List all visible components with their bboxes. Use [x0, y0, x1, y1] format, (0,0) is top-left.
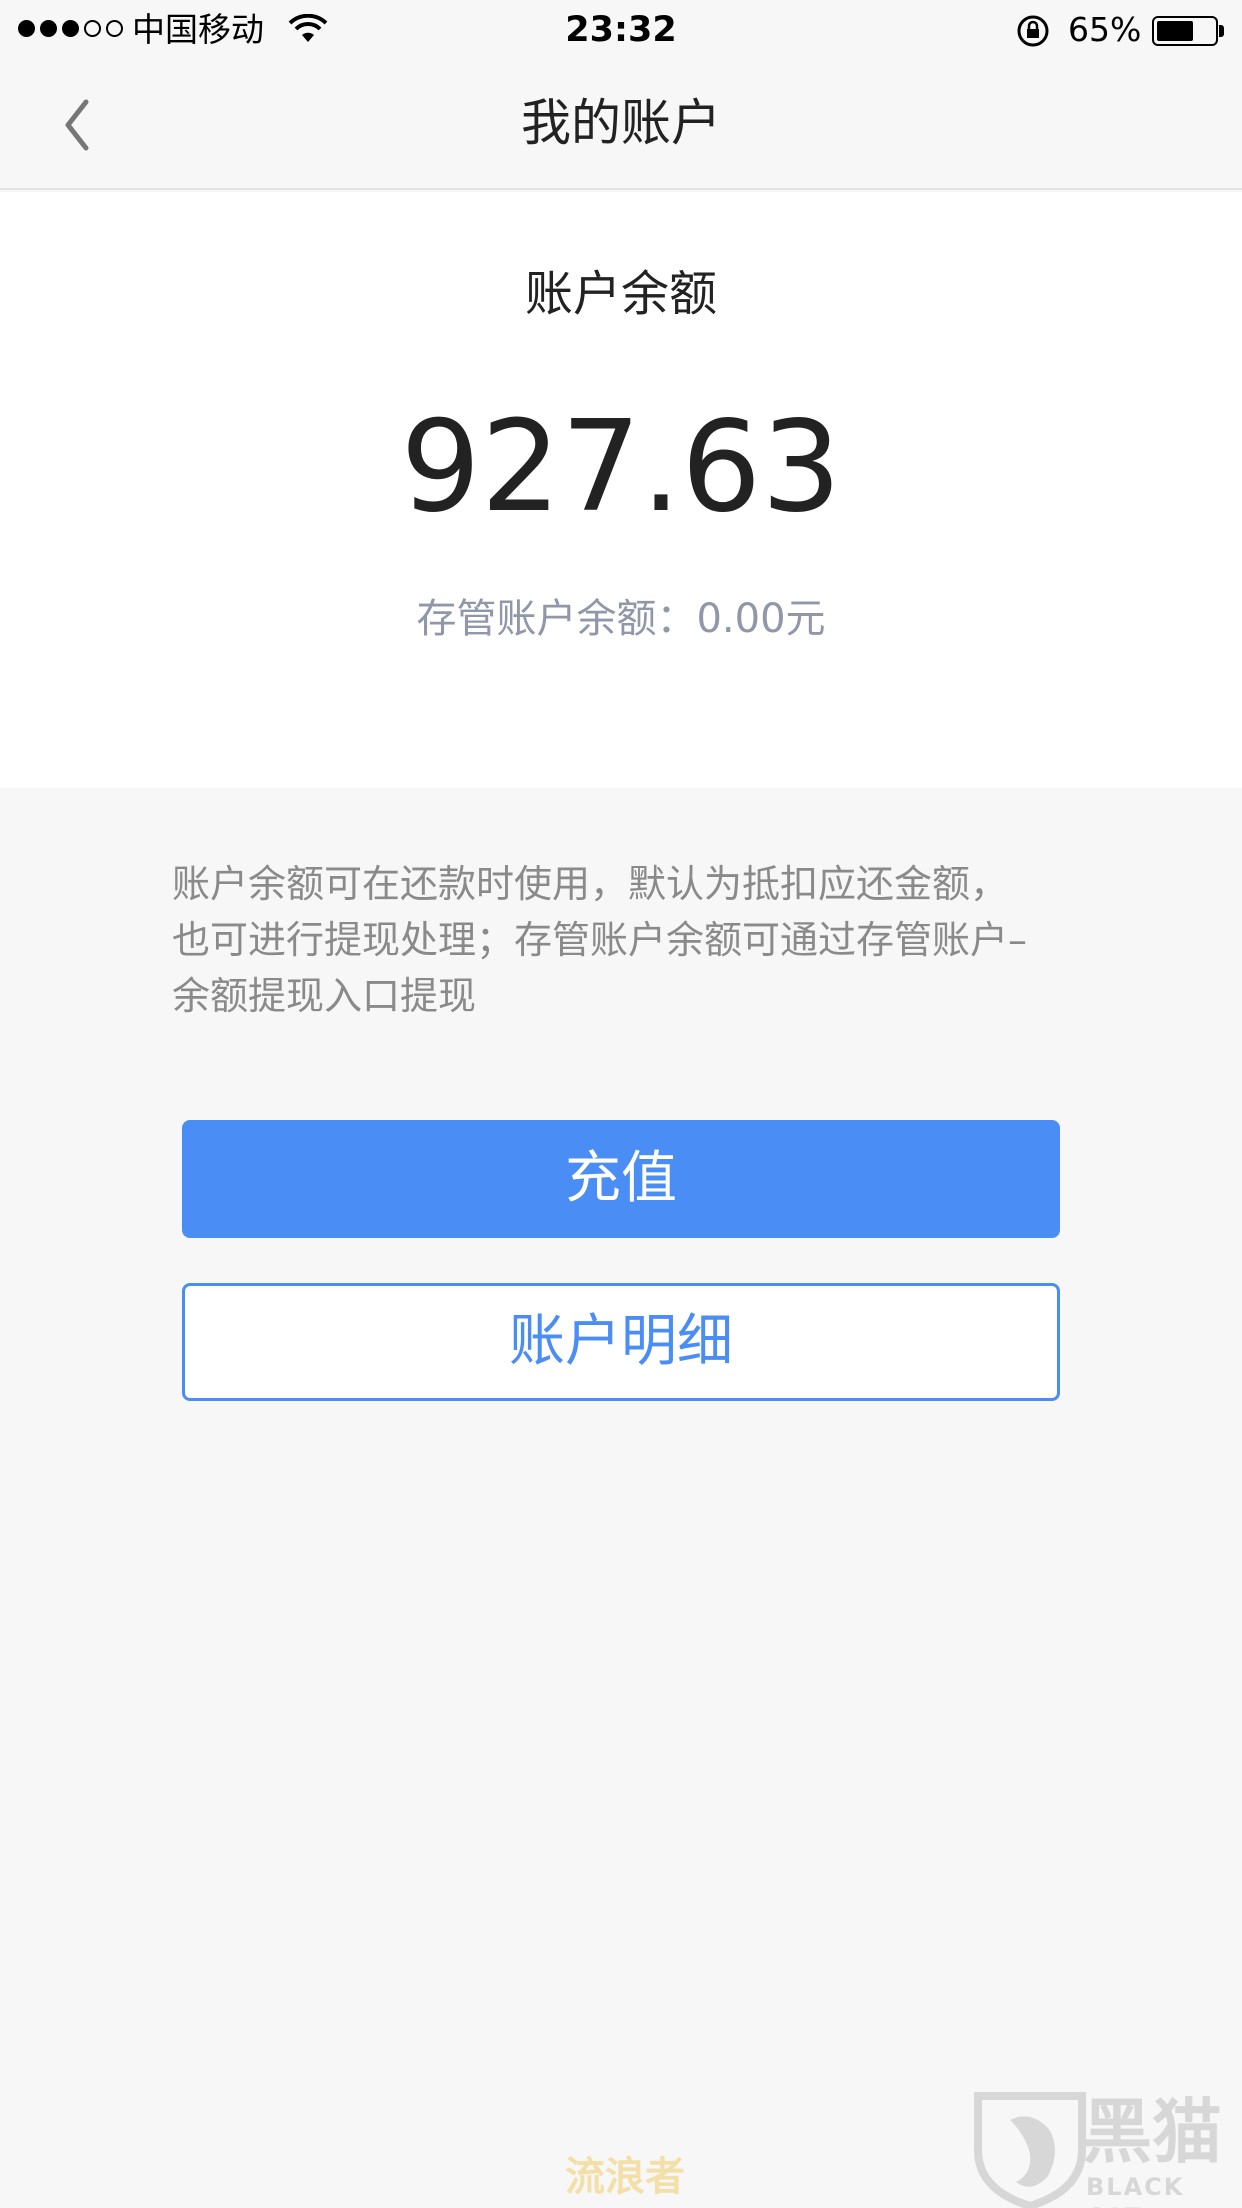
- balance-card: 账户余额 927.63 存管账户余额：0.00元: [0, 192, 1242, 788]
- status-time: 23:32: [565, 10, 677, 50]
- recharge-button[interactable]: 充值: [182, 1120, 1060, 1238]
- account-details-button[interactable]: 账户明细: [182, 1283, 1060, 1401]
- brand-watermark-cn: 黑猫: [1082, 2091, 1222, 2173]
- page-title: 我的账户: [521, 94, 721, 152]
- battery-icon: [1152, 16, 1218, 46]
- user-watermark: 流浪者: [565, 2154, 685, 2200]
- account-page: 中国移动 23:32 65% 我的账户 账户余额 927.63 存管账户余额：0…: [0, 0, 1242, 2208]
- nav-bar: 我的账户: [0, 60, 1242, 190]
- battery-tip: [1219, 25, 1224, 37]
- rotation-lock-icon: [1016, 14, 1050, 48]
- brand-watermark-en: BLACK CAT: [1086, 2173, 1185, 2208]
- cat-logo-icon: [970, 2090, 1090, 2208]
- balance-label: 账户余额: [524, 266, 717, 322]
- battery-percent: 65%: [1068, 10, 1142, 49]
- description-line: 账户余额可在还款时使用，默认为抵扣应还金额，: [172, 862, 1009, 906]
- balance-amount: 927.63: [400, 393, 842, 540]
- description-line: 余额提现入口提现: [172, 974, 477, 1018]
- battery-level: [1157, 21, 1194, 41]
- custody-balance: 存管账户余额：0.00元: [416, 596, 826, 642]
- status-bar: 中国移动 23:32 65%: [0, 0, 1242, 60]
- description-line: 也可进行提现处理；存管账户余额可通过存管账户–: [172, 918, 1028, 962]
- balance-description: 账户余额可在还款时使用，默认为抵扣应还金额， 也可进行提现处理；存管账户余额可通…: [172, 856, 1072, 1024]
